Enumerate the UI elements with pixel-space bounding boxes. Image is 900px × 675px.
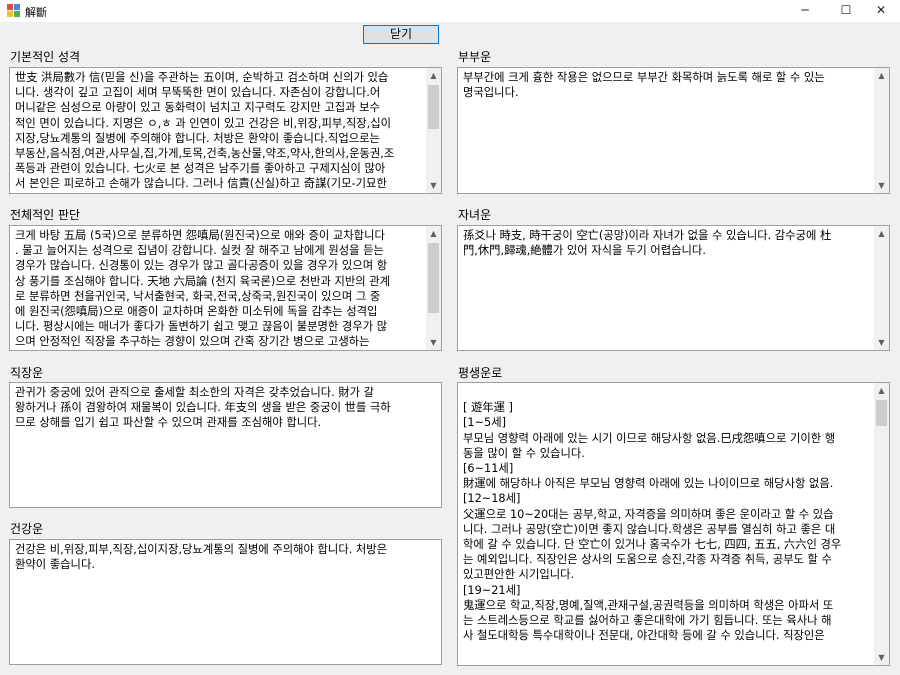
text-line: 는 예외입니다. 직장인은 상사의 도움으로 승진,각종 자격증 취득, 공부도… <box>463 553 832 567</box>
text-line: 부동산,음식점,여관,사무실,집,가게,토목,건축,농산물,약조,약사,한의사,… <box>15 147 395 161</box>
text-line: 폭등과 관련이 있습니다. 七火로 본 성격은 남주기를 좋아하고 구제지심이 … <box>15 162 386 176</box>
text-line: 門,休門,歸魂,絶體가 있어 자식을 두기 어렵습니다. <box>463 244 706 258</box>
text-line: 경우가 많습니다. 신경통이 있는 경우가 많고 골다공증이 있을 경우가 있으… <box>15 259 388 273</box>
text-line: 머니같은 심성으로 아량이 있고 동화력이 넘치고 지구력도 강지만 고집과 보… <box>15 101 380 115</box>
text-line: 니다. 생각이 깊고 고집이 세며 무뚝뚝한 면이 있습니다. 자존심이 강합니… <box>15 86 381 100</box>
basic-personality-textbox[interactable]: 世支 洪局數가 信(믿을 신)을 주관하는 五이며, 순박하고 검소하며 신의가… <box>9 67 442 194</box>
career-textbox[interactable]: 관귀가 중궁에 있어 관직으로 출세할 최소한의 자격은 갖추었습니다. 財가 … <box>9 382 442 508</box>
children-label: 자녀운 <box>458 208 492 222</box>
text-line: 건강은 비,위장,피부,직장,십이지장,당뇨계통의 질병에 주의해야 합니다. … <box>15 543 388 556</box>
text-line: 로 분류하면 천을귀인국, 낙서출현국, 화국,전국,상죽국,원진국이 있으며 … <box>15 289 381 303</box>
scroll-up-icon[interactable]: ▲ <box>874 383 889 398</box>
text-line: 적인 면이 있습니다. 지명은 ㅇ,ㅎ 과 인연이 있고 건강은 비,위장,피부… <box>15 116 392 130</box>
text-line: 지장,당뇨계통의 질병에 주의해야 합니다. 처방은 환약이 좋습니다.직업으로… <box>15 131 380 145</box>
overall-judgment-scrollbar[interactable]: ▲ ▼ <box>426 226 441 350</box>
career-text: 관귀가 중궁에 있어 관직으로 출세할 최소한의 자격은 갖추었습니다. 財가 … <box>15 385 391 431</box>
health-text: 건강은 비,위장,피부,직장,십이지장,당뇨계통의 질병에 주의해야 합니다. … <box>15 542 387 572</box>
text-line: 사 철도대학등 특수대학이나 전문대, 야간대학 등에 갈 수 있습니다. 직장… <box>463 629 825 643</box>
spouse-text: 부부간에 크게 흉한 작용은 없으므로 부부간 화목하며 늙도록 해로 할 수 … <box>463 70 825 100</box>
career-label: 직장운 <box>10 366 44 380</box>
text-line: 財運에 해당하나 아직은 부모님 영향력 아래에 있는 나이이므로 해당사항 없… <box>463 477 834 491</box>
overall-judgment-label: 전체적인 판단 <box>10 208 81 222</box>
spouse-scrollbar[interactable]: ▲ ▼ <box>874 68 889 193</box>
text-line: 서 본인은 피로하고 손해가 많습니다. 그러나 信責(신실)하고 奇謀(기모-… <box>15 177 387 191</box>
overall-judgment-text: 크게 바탕 五局 (5국)으로 분류하면 怨嗔局(원진국)으로 애와 증이 교차… <box>15 228 390 350</box>
text-line: 환약이 좋습니다. <box>15 558 95 572</box>
children-scrollbar[interactable]: ▲ ▼ <box>874 226 889 350</box>
lifetime-fortune-text: [ 遊年運 ] [1~5세] 부모님 영향력 아래에 있는 시기 이므로 해당사항… <box>463 385 841 643</box>
scroll-thumb[interactable] <box>428 85 439 129</box>
text-line: 에 원진국(怨嗔局)으로 애증이 교차하며 온화한 미소뒤에 독을 감추는 성격… <box>15 305 378 319</box>
text-line: 니다. 평상시에는 매너가 좋다가 돌변하기 쉽고 맺고 끊음이 불분명한 경우… <box>15 320 388 334</box>
scroll-up-icon[interactable]: ▲ <box>874 68 889 83</box>
text-line: 왕하거나 孫이 겸왕하여 재물복이 있습니다. 年支의 생을 받은 중궁이 世를… <box>15 401 391 415</box>
app-icon <box>7 4 20 17</box>
text-line: [19~21세] <box>463 583 521 597</box>
health-textbox[interactable]: 건강은 비,위장,피부,직장,십이지장,당뇨계통의 질병에 주의해야 합니다. … <box>9 539 442 665</box>
window-title: 解斷 <box>25 6 47 19</box>
basic-personality-scrollbar[interactable]: ▲ ▼ <box>426 68 441 193</box>
title-bar: 解斷 ─ ☐ ✕ <box>0 0 900 22</box>
text-line <box>463 385 841 400</box>
text-line: 世支 洪局數가 信(믿을 신)을 주관하는 五이며, 순박하고 검소하며 신의가… <box>15 71 389 84</box>
scroll-down-icon[interactable]: ▼ <box>426 335 441 350</box>
text-line: [6~11세] <box>463 462 514 476</box>
children-textbox[interactable]: 孫爻나 時支, 時干궁이 空亡(공망)이라 자녀가 없을 수 있습니다. 감수궁… <box>457 225 890 351</box>
scroll-down-icon[interactable]: ▼ <box>874 178 889 193</box>
text-line: 父運으로 10~20대는 공부,학교, 자격증을 의미하며 좋은 운이라고 할 … <box>463 507 834 521</box>
scroll-up-icon[interactable]: ▲ <box>874 226 889 241</box>
scroll-down-icon[interactable]: ▼ <box>874 650 889 665</box>
scroll-thumb[interactable] <box>876 400 887 426</box>
text-line: 므로 상해를 입기 쉽고 파산할 수 있으며 관재를 조심해야 합니다. <box>15 416 322 430</box>
scroll-up-icon[interactable]: ▲ <box>426 226 441 241</box>
health-label: 건강운 <box>10 522 44 536</box>
text-line: 명국입니다. <box>463 86 519 100</box>
text-line: 크게 바탕 五局 (5국)으로 분류하면 怨嗔局(원진국)으로 애와 증이 교차… <box>15 229 385 242</box>
text-line: . 물고 늘어지는 성격으로 집념이 강합니다. 실컷 잘 해주고 남에게 원성… <box>15 244 384 258</box>
children-text: 孫爻나 時支, 時干궁이 空亡(공망)이라 자녀가 없을 수 있습니다. 감수궁… <box>463 228 831 258</box>
text-line: 관귀가 중궁에 있어 관직으로 출세할 최소한의 자격은 갖추었습니다. 財가 … <box>15 386 375 399</box>
text-line: [ 遊年運 ] <box>463 401 513 415</box>
basic-personality-text: 世支 洪局數가 信(믿을 신)을 주관하는 五이며, 순박하고 검소하며 신의가… <box>15 70 394 192</box>
scroll-up-icon[interactable]: ▲ <box>426 68 441 83</box>
text-line: 니다. 그러나 공망(空亡)이면 좋지 않습니다.학생은 공부를 열심히 하고 … <box>463 522 836 536</box>
lifetime-fortune-textbox[interactable]: [ 遊年運 ] [1~5세] 부모님 영향력 아래에 있는 시기 이므로 해당사항… <box>457 382 890 666</box>
text-line: 학에 갈 수 있습니다. 단 空亡이 있거나 홍국수가 七七, 四四, 五五, … <box>463 538 842 552</box>
scroll-thumb[interactable] <box>428 243 439 313</box>
text-line: 있고편안한 시기입니다. <box>463 568 575 582</box>
text-line: [1~5세] <box>463 416 507 430</box>
basic-personality-label: 기본적인 성격 <box>10 50 81 64</box>
lifetime-fortune-scrollbar[interactable]: ▲ ▼ <box>874 383 889 665</box>
text-line: 鬼運으로 학교,직장,명예,질액,관재구설,공권력등을 의미하며 학생은 아파서… <box>463 598 834 612</box>
overall-judgment-textbox[interactable]: 크게 바탕 五局 (5국)으로 분류하면 怨嗔局(원진국)으로 애와 증이 교차… <box>9 225 442 351</box>
text-line: 으며 안정적인 직장을 추구하는 경향이 있으며 간혹 장기간 병으로 고생하는 <box>15 335 370 349</box>
text-line: [12~18세] <box>463 492 521 506</box>
scroll-down-icon[interactable]: ▼ <box>426 178 441 193</box>
spouse-label: 부부운 <box>458 50 492 64</box>
text-line: 는 스트레스등으로 학교를 싫어하고 좋은대학에 가기 힘듭니다. 또는 육사나… <box>463 614 832 628</box>
text-line: 상 풍기를 조심해야 합니다. 天地 六局論 (천지 육국론)으로 천반과 지반… <box>15 274 391 288</box>
maximize-icon[interactable]: ☐ <box>829 0 863 22</box>
text-line: 부모님 영향력 아래에 있는 시기 이므로 해당사항 없음.巳戌怨嗔으로 기이한… <box>463 431 836 445</box>
close-button[interactable]: 닫기 <box>363 25 439 44</box>
text-line: 孫爻나 時支, 時干궁이 空亡(공망)이라 자녀가 없을 수 있습니다. 감수궁… <box>463 229 832 242</box>
minimize-icon[interactable]: ─ <box>788 0 822 22</box>
close-window-icon[interactable]: ✕ <box>864 0 898 22</box>
scroll-down-icon[interactable]: ▼ <box>874 335 889 350</box>
spouse-textbox[interactable]: 부부간에 크게 흉한 작용은 없으므로 부부간 화목하며 늙도록 해로 할 수 … <box>457 67 890 194</box>
text-line: 동을 많이 할 수 있습니다. <box>463 446 585 460</box>
text-line: 부부간에 크게 흉한 작용은 없으므로 부부간 화목하며 늙도록 해로 할 수 … <box>463 71 825 84</box>
lifetime-fortune-label: 평생운로 <box>458 366 503 380</box>
